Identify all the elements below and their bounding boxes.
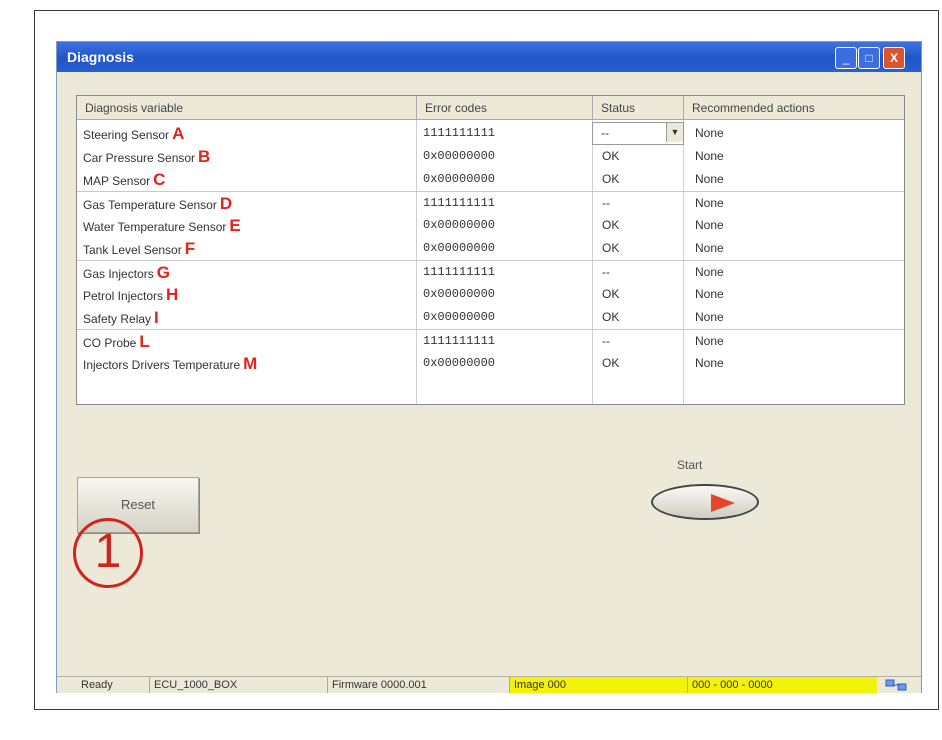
row-recommended-action: None xyxy=(695,149,724,163)
row-error-code: 0x00000000 xyxy=(423,287,496,301)
row-recommended-action: None xyxy=(695,126,724,140)
title-bar[interactable]: Diagnosis _ □ X xyxy=(57,42,921,72)
row-recommended-action: None xyxy=(695,241,724,255)
row-variable-name: Injectors Drivers Temperature M xyxy=(83,352,257,377)
row-recommended-action: None xyxy=(695,196,724,210)
status-code: 000 - 000 - 0000 xyxy=(687,677,877,693)
maximize-button[interactable]: □ xyxy=(858,47,880,69)
reference-marker: D xyxy=(219,194,233,213)
row-error-code: 0x00000000 xyxy=(423,149,496,163)
reference-marker: I xyxy=(154,308,159,327)
header-error-codes[interactable]: Error codes xyxy=(417,96,593,120)
header-status[interactable]: Status xyxy=(593,96,684,120)
row-status: OK xyxy=(602,218,620,232)
row-status: -- xyxy=(602,265,610,279)
reference-marker: A xyxy=(172,124,185,143)
diagnosis-table: Diagnosis variable Error codes Status Re… xyxy=(76,95,905,405)
row-status: OK xyxy=(602,356,620,370)
row-error-code: 0x00000000 xyxy=(423,241,496,255)
table-row[interactable]: Gas Injectors G 1111111111 -- None xyxy=(77,260,904,284)
start-button[interactable] xyxy=(651,484,759,520)
table-row[interactable]: Injectors Drivers Temperature M 0x00000000… xyxy=(77,352,904,375)
row-error-code: 0x00000000 xyxy=(423,172,496,186)
table-row[interactable]: Petrol Injectors H 0x00000000 OK None xyxy=(77,283,904,306)
row-error-code: 0x00000000 xyxy=(423,356,496,370)
row-variable-name: Water Temperature Sensor E xyxy=(83,214,241,239)
close-button[interactable]: X xyxy=(883,47,905,69)
variable-label: Safety Relay xyxy=(83,312,152,326)
header-diagnosis-variable[interactable]: Diagnosis variable xyxy=(77,96,417,120)
row-status: OK xyxy=(602,287,620,301)
row-error-code: 0x00000000 xyxy=(423,218,496,232)
callout-marker: 1 xyxy=(73,518,143,588)
status-ready: Ready xyxy=(81,679,113,691)
row-recommended-action: None xyxy=(695,218,724,232)
variable-label: Car Pressure Sensor xyxy=(83,151,196,165)
reference-marker: H xyxy=(166,285,179,304)
row-variable-name: Steering Sensor A xyxy=(83,122,184,147)
row-status: OK xyxy=(602,172,620,186)
row-variable-name: Car Pressure Sensor B xyxy=(83,145,210,170)
header-recommended-actions[interactable]: Recommended actions xyxy=(684,96,904,120)
row-status: -- xyxy=(602,334,610,348)
row-recommended-action: None xyxy=(695,287,724,301)
row-status: OK xyxy=(602,149,620,163)
row-error-code: 0x00000000 xyxy=(423,310,496,324)
table-row[interactable]: Car Pressure Sensor B 0x00000000 OK None xyxy=(77,145,904,168)
variable-label: Tank Level Sensor xyxy=(83,243,182,257)
status-value: -- xyxy=(601,126,609,140)
status-ecu: ECU_1000_BOX xyxy=(149,677,327,693)
variable-label: Injectors Drivers Temperature xyxy=(83,358,241,372)
table-row[interactable]: Tank Level Sensor F 0x00000000 OK None xyxy=(77,237,904,260)
reference-marker: G xyxy=(156,263,170,282)
status-firmware: Firmware 0000.001 xyxy=(327,677,509,693)
start-label: Start xyxy=(677,458,703,472)
table-row[interactable]: Water Temperature Sensor E 0x00000000 OK Non… xyxy=(77,214,904,237)
row-recommended-action: None xyxy=(695,356,724,370)
chevron-down-icon[interactable]: ▼ xyxy=(666,123,683,142)
row-error-code: 1111111111 xyxy=(423,334,496,348)
minimize-button[interactable]: _ xyxy=(835,47,857,69)
row-status: OK xyxy=(602,310,620,324)
variable-label: Water Temperature Sensor xyxy=(83,220,227,234)
row-variable-name: Tank Level Sensor F xyxy=(83,237,195,262)
row-error-code: 1111111111 xyxy=(423,196,496,210)
table-row[interactable]: MAP Sensor C 0x00000000 OK None xyxy=(77,168,904,191)
row-variable-name: Petrol Injectors H xyxy=(83,283,178,308)
reference-marker: E xyxy=(229,216,241,235)
row-recommended-action: None xyxy=(695,334,724,348)
reference-marker: B xyxy=(198,147,211,166)
row-recommended-action: None xyxy=(695,310,724,324)
variable-label: MAP Sensor xyxy=(83,174,151,188)
reference-marker: M xyxy=(243,354,258,373)
row-status: OK xyxy=(602,241,620,255)
table-row[interactable]: Safety Relay I 0x00000000 OK None xyxy=(77,306,904,329)
row-recommended-action: None xyxy=(695,172,724,186)
row-error-code: 1111111111 xyxy=(423,265,496,279)
variable-label: CO Probe xyxy=(83,336,137,350)
row-status: -- xyxy=(602,196,610,210)
play-icon xyxy=(711,494,735,512)
variable-label: Gas Injectors xyxy=(83,267,154,281)
reference-marker: F xyxy=(184,239,196,258)
variable-label: Petrol Injectors xyxy=(83,289,164,303)
reference-marker: L xyxy=(139,332,150,351)
variable-label: Steering Sensor xyxy=(83,128,170,142)
network-icon xyxy=(885,678,911,692)
row-error-code: 1111111111 xyxy=(423,126,496,140)
table-row[interactable]: Steering Sensor A 1111111111 -- ▼ None xyxy=(77,122,904,145)
variable-label: Gas Temperature Sensor xyxy=(83,198,217,212)
row-variable-name: MAP Sensor C xyxy=(83,168,165,193)
reference-marker: C xyxy=(153,170,166,189)
table-row[interactable]: CO Probe L 1111111111 -- None xyxy=(77,329,904,353)
row-recommended-action: None xyxy=(695,265,724,279)
diagnosis-window: Diagnosis _ □ X Diagnosis variable Error… xyxy=(56,41,922,693)
status-image: Image 000 xyxy=(509,677,687,693)
window-title: Diagnosis xyxy=(67,49,134,65)
status-bar: Ready ECU_1000_BOX Firmware 0000.001 Ima… xyxy=(57,676,921,693)
row-variable-name: Safety Relay I xyxy=(83,306,159,331)
table-row[interactable]: Gas Temperature Sensor D 1111111111 -- None xyxy=(77,191,904,215)
status-dropdown[interactable]: -- ▼ xyxy=(592,122,684,145)
